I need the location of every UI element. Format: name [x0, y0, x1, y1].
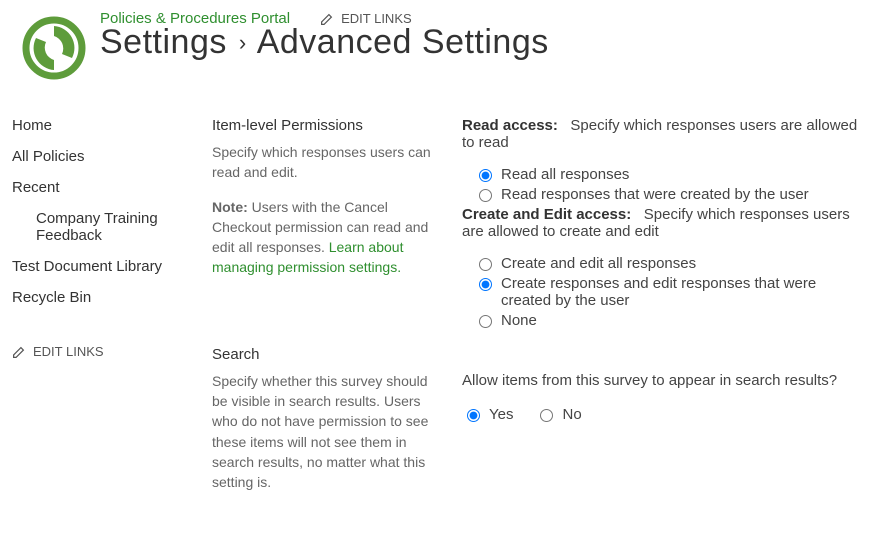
edit-access-label: Create and Edit access: [462, 206, 631, 223]
nav-recycle-bin[interactable]: Recycle Bin [12, 289, 212, 306]
permissions-heading: Item-level Permissions [212, 117, 438, 134]
search-yes-label[interactable]: Yes [489, 406, 513, 423]
permissions-note: Note: Users with the Cancel Checkout per… [212, 197, 438, 278]
left-nav: Home All Policies Recent Company Trainin… [0, 117, 212, 535]
read-access-label: Read access: [462, 117, 558, 134]
page-title: Settings › Advanced Settings [100, 23, 858, 62]
breadcrumb-separator-icon: › [239, 30, 247, 55]
site-logo-icon [22, 16, 86, 80]
nav-test-document-library[interactable]: Test Document Library [12, 258, 212, 275]
search-desc: Specify whether this survey should be vi… [212, 371, 438, 493]
search-yes-radio[interactable] [467, 409, 480, 422]
nav-home[interactable]: Home [12, 117, 212, 134]
nav-recent[interactable]: Recent [12, 179, 212, 196]
nav-company-training-feedback[interactable]: Company Training Feedback [36, 210, 212, 244]
search-heading: Search [212, 346, 438, 363]
edit-all-radio[interactable] [479, 258, 492, 271]
search-question: Allow items from this survey to appear i… [462, 372, 870, 389]
search-no-label[interactable]: No [562, 406, 581, 423]
read-own-radio[interactable] [479, 189, 492, 202]
read-all-label[interactable]: Read all responses [501, 166, 629, 183]
nav-all-policies[interactable]: All Policies [12, 148, 212, 165]
edit-links-nav-label: EDIT LINKS [33, 344, 104, 359]
read-all-radio[interactable] [479, 169, 492, 182]
edit-own-label[interactable]: Create responses and edit responses that… [501, 275, 870, 309]
edit-links-nav[interactable]: EDIT LINKS [12, 344, 104, 359]
read-own-label[interactable]: Read responses that were created by the … [501, 186, 809, 203]
edit-all-label[interactable]: Create and edit all responses [501, 255, 696, 272]
pencil-icon [12, 344, 25, 359]
edit-none-radio[interactable] [479, 315, 492, 328]
permissions-desc: Specify which responses users can read a… [212, 142, 438, 183]
edit-own-radio[interactable] [479, 278, 492, 291]
search-no-radio[interactable] [540, 409, 553, 422]
edit-none-label[interactable]: None [501, 312, 537, 329]
